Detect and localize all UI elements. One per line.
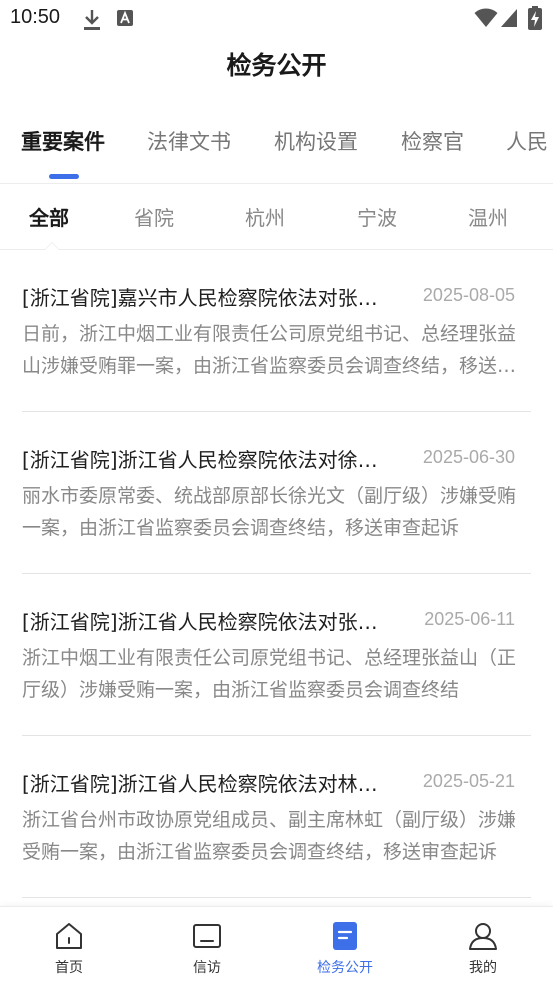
a-box-icon [117, 10, 133, 26]
tab-organization[interactable]: 机构设置 [274, 126, 358, 156]
case-summary: 丽水市委原常委、统战部原部长徐光文（副厅级）涉嫌受贿一案，由浙江省监察委员会调查… [22, 485, 517, 539]
filter-provincial[interactable]: 省院 [134, 202, 174, 231]
region-filter-bar: 全部 省院 杭州 宁波 温州 [0, 184, 553, 250]
case-summary: 浙江省台州市政协原党组成员、副主席林虹（副厅级）涉嫌受贿一案，由浙江省监察委员会… [22, 809, 517, 863]
bottom-nav: 首页 信访 检务公开 我的 [0, 906, 553, 984]
tab-prosecutors[interactable]: 检察官 [401, 126, 464, 156]
status-bar: 10:50 [0, 0, 553, 38]
case-date: 2025-06-11 [424, 609, 515, 629]
list-item[interactable]: [浙江省院]嘉兴市人民检察院依法对张益山涉嫌受贿案提起公诉 2025-08-05… [22, 250, 531, 412]
case-title: [浙江省院]浙江省人民检察院依法对徐光文决定逮捕 [22, 448, 388, 472]
case-title: [浙江省院]浙江省人民检察院依法对林虹决定逮捕 [22, 772, 388, 796]
home-icon [56, 923, 82, 949]
nav-label: 首页 [55, 960, 83, 976]
nav-mine[interactable]: 我的 [414, 907, 552, 984]
case-title: [浙江省院]浙江省人民检察院依法对张益山决定逮捕 [22, 610, 388, 634]
filter-hangzhou[interactable]: 杭州 [245, 202, 285, 231]
tab-people[interactable]: 人民 [506, 126, 548, 156]
tab-legal-documents[interactable]: 法律文书 [147, 126, 231, 156]
battery-charging-icon [528, 6, 542, 30]
case-date: 2025-08-05 [422, 285, 515, 305]
download-icon [84, 10, 100, 30]
nav-prosecution-disclosure[interactable]: 检务公开 [276, 907, 414, 984]
nav-label: 信访 [193, 960, 221, 976]
active-filter-caret [44, 242, 60, 250]
signal-icon [501, 9, 517, 27]
case-date: 2025-05-21 [422, 771, 515, 791]
document-icon [333, 922, 357, 950]
case-summary: 浙江中烟工业有限责任公司原党组书记、总经理张益山（正厅级）涉嫌受贿一案，由浙江省… [22, 647, 517, 701]
case-date: 2025-06-30 [422, 447, 515, 467]
wifi-icon [474, 8, 498, 27]
user-icon [469, 923, 497, 950]
list-item[interactable]: [浙江省院]浙江省人民检察院依法对林虹决定逮捕 2025-05-21 浙江省台州… [22, 736, 531, 898]
list-item[interactable]: [浙江省院]浙江省人民检察院依法对徐光文决定逮捕 2025-06-30 丽水市委… [22, 412, 531, 574]
active-tab-indicator [49, 174, 79, 179]
case-title: [浙江省院]嘉兴市人民检察院依法对张益山涉嫌受贿案提起公诉 [22, 286, 388, 310]
page-title: 检务公开 [226, 51, 327, 80]
nav-label: 检务公开 [317, 960, 373, 976]
filter-all[interactable]: 全部 [29, 202, 69, 231]
nav-label: 我的 [469, 960, 497, 976]
case-summary: 日前，浙江中烟工业有限责任公司原党组书记、总经理张益山涉嫌受贿罪一案，由浙江省监… [22, 323, 517, 377]
filter-wenzhou[interactable]: 温州 [468, 202, 508, 231]
main-tab-bar: 重要案件 法律文书 机构设置 检察官 人民 [0, 112, 553, 184]
filter-ningbo[interactable]: 宁波 [357, 202, 397, 231]
nav-petition[interactable]: 信访 [138, 907, 276, 984]
monitor-icon [193, 924, 221, 948]
nav-home[interactable]: 首页 [0, 907, 138, 984]
list-item[interactable]: [浙江省院]浙江省人民检察院依法对张益山决定逮捕 2025-06-11 浙江中烟… [22, 574, 531, 736]
status-time: 10:50 [10, 6, 61, 28]
tab-important-cases[interactable]: 重要案件 [21, 126, 105, 156]
